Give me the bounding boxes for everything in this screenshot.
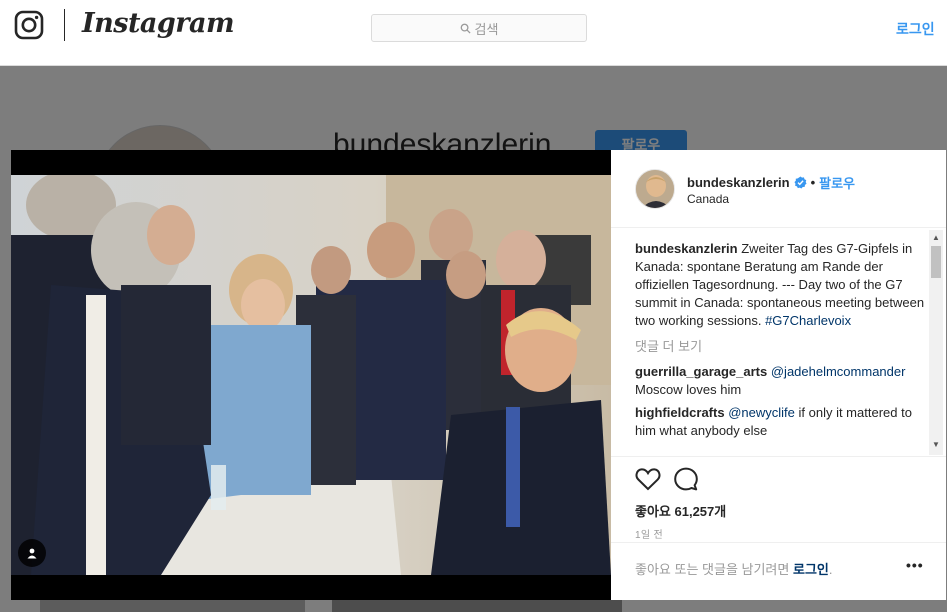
login-prompt: 좋아요 또는 댓글을 남기려면 로그인. <box>635 559 833 578</box>
post-location[interactable]: Canada <box>687 192 729 206</box>
search-placeholder: 검색 <box>474 21 499 37</box>
post-author-row: bundeskanzlerin • 팔로우 <box>687 173 855 192</box>
comments-scrollbar[interactable]: ▲ ▼ <box>929 230 943 455</box>
comment-text: Moscow loves him <box>635 382 742 397</box>
scroll-down-arrow-icon[interactable]: ▼ <box>932 440 940 449</box>
caption-username[interactable]: bundeskanzlerin <box>635 241 738 256</box>
post-header: bundeskanzlerin • 팔로우 Canada <box>611 150 946 228</box>
user-tag-icon <box>27 548 37 559</box>
avatar-photo <box>636 170 674 208</box>
post-caption: bundeskanzlerin Zweiter Tag des G7-Gipfe… <box>635 240 929 330</box>
search-icon <box>460 23 471 34</box>
post-timestamp[interactable]: 1일 전 <box>635 526 663 541</box>
search-input[interactable]: 검색 <box>371 14 587 42</box>
comment-item: guerrilla_garage_arts @jadehelmcommander… <box>635 363 929 399</box>
header-divider <box>64 9 65 41</box>
follow-button[interactable]: 팔로우 <box>819 173 855 192</box>
instagram-wordmark[interactable]: Instagram <box>82 8 235 39</box>
scrollbar-thumb[interactable] <box>931 246 941 278</box>
instagram-glyph-icon[interactable] <box>14 10 44 40</box>
login-prompt-suffix: . <box>828 562 833 577</box>
likes-count[interactable]: 좋아요 61,257개 <box>635 501 726 520</box>
post-details-panel: bundeskanzlerin • 팔로우 Canada bundeskanzl… <box>611 150 946 600</box>
login-prompt-link[interactable]: 로그인 <box>793 562 829 577</box>
verified-badge-icon <box>794 176 807 189</box>
login-prompt-text: 좋아요 또는 댓글을 남기려면 <box>635 562 790 577</box>
more-options-icon[interactable]: ••• <box>906 557 924 573</box>
post-photo <box>11 175 611 575</box>
login-link[interactable]: 로그인 <box>896 19 935 39</box>
heart-icon[interactable] <box>635 467 661 491</box>
post-username[interactable]: bundeskanzlerin <box>687 175 790 190</box>
comment-item: highfieldcrafts @newyclife if only it ma… <box>635 404 929 440</box>
post-media[interactable] <box>11 150 611 600</box>
separator-dot: • <box>810 175 816 190</box>
load-more-comments-button[interactable]: 댓글 더 보기 <box>635 338 929 356</box>
scroll-up-arrow-icon[interactable]: ▲ <box>932 233 940 242</box>
comment-icon[interactable] <box>674 467 698 491</box>
post-actions: 좋아요 61,257개 1일 전 <box>611 456 946 541</box>
top-navigation-bar: Instagram 검색 로그인 <box>0 0 947 66</box>
comment-mention[interactable]: @newyclife <box>728 405 795 420</box>
user-tag-button[interactable] <box>18 539 46 567</box>
post-footer: 좋아요 또는 댓글을 남기려면 로그인. ••• <box>611 542 946 600</box>
avatar[interactable] <box>635 169 675 209</box>
comment-username[interactable]: highfieldcrafts <box>635 405 725 420</box>
comments-list: bundeskanzlerin Zweiter Tag des G7-Gipfe… <box>635 240 929 455</box>
caption-hashtag[interactable]: #G7Charlevoix <box>765 313 851 328</box>
comment-username[interactable]: guerrilla_garage_arts <box>635 364 767 379</box>
comment-mention[interactable]: @jadehelmcommander <box>771 364 906 379</box>
